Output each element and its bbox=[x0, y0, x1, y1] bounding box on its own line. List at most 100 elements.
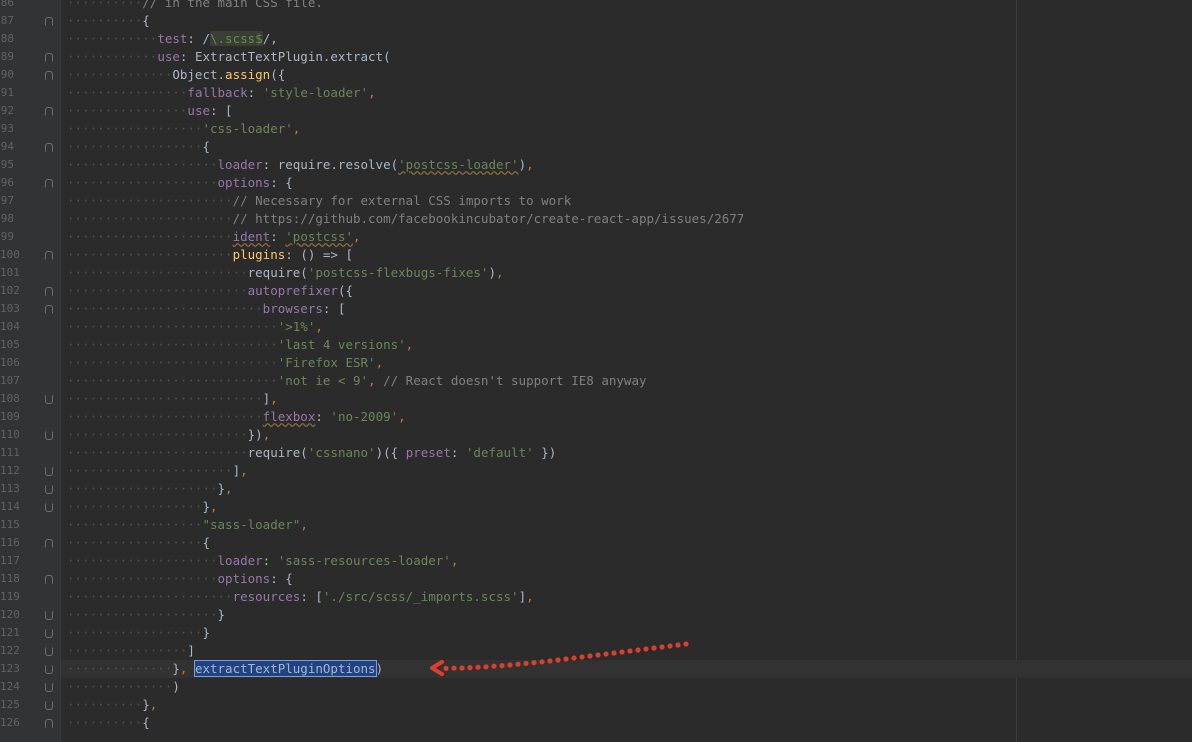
line-number: 126 bbox=[0, 716, 20, 729]
code-line[interactable]: ························require('cssnano… bbox=[61, 444, 1192, 462]
code-line[interactable]: ······················plugins: () => [ bbox=[61, 246, 1192, 264]
fold-collapse-icon[interactable] bbox=[45, 647, 53, 656]
code-token: ······················ bbox=[67, 229, 233, 244]
code-line[interactable]: ··························flexbox: 'no-2… bbox=[61, 408, 1192, 426]
code-token: 'last 4 versions' bbox=[277, 337, 406, 352]
code-line[interactable]: ····················loader: require.reso… bbox=[61, 156, 1192, 174]
code-token: } bbox=[172, 661, 180, 676]
fold-collapse-icon[interactable] bbox=[45, 431, 53, 440]
code-line[interactable]: ····················} bbox=[61, 606, 1192, 624]
code-line[interactable]: ····················options: { bbox=[61, 570, 1192, 588]
code-line[interactable]: ························autoprefixer({ bbox=[61, 282, 1192, 300]
fold-expand-icon[interactable] bbox=[45, 251, 53, 260]
code-token: : { bbox=[270, 175, 293, 190]
code-line[interactable]: ············test: /\.scss$/, bbox=[61, 30, 1192, 48]
fold-collapse-icon[interactable] bbox=[45, 503, 53, 512]
code-token: )({ bbox=[375, 445, 406, 460]
code-token: // https://github.com/facebookincubator/… bbox=[232, 211, 745, 226]
code-token: ({ bbox=[337, 283, 353, 298]
gutter-row: 105 bbox=[0, 336, 60, 354]
fold-expand-icon[interactable] bbox=[45, 179, 53, 188]
code-token: ···························· bbox=[67, 319, 278, 334]
code-line-text: ··························], bbox=[67, 390, 278, 408]
code-line[interactable]: ··········}, bbox=[61, 696, 1192, 714]
code-editor[interactable]: 86 87 88 89 90 91 92 93 94 95 96 97 98 99 100 101 102 103… bbox=[0, 0, 1192, 742]
code-line-text: ················fallback: 'style-loader'… bbox=[67, 84, 376, 102]
code-token: ·························· bbox=[67, 409, 263, 424]
code-token: , bbox=[405, 337, 414, 352]
fold-expand-icon[interactable] bbox=[45, 107, 53, 116]
fold-collapse-icon[interactable] bbox=[45, 485, 53, 494]
code-token: ({ bbox=[270, 67, 286, 82]
code-line[interactable]: ··························browsers: [ bbox=[61, 300, 1192, 318]
code-token: ············ bbox=[67, 49, 158, 64]
code-line-text: ··········{ bbox=[67, 12, 150, 30]
code-token: : { bbox=[270, 571, 293, 586]
code-line[interactable]: ··················{ bbox=[61, 138, 1192, 156]
fold-expand-icon[interactable] bbox=[45, 539, 53, 548]
fold-expand-icon[interactable] bbox=[45, 305, 53, 314]
code-token: : bbox=[450, 445, 466, 460]
code-token: "sass-loader" bbox=[202, 517, 301, 532]
code-line[interactable]: ······················], bbox=[61, 462, 1192, 480]
code-line[interactable]: ······················ident: 'postcss', bbox=[61, 228, 1192, 246]
fold-expand-icon[interactable] bbox=[45, 575, 53, 584]
gutter-row: 115 bbox=[0, 516, 60, 534]
fold-expand-icon[interactable] bbox=[45, 143, 53, 152]
code-line[interactable]: ····························'Firefox ESR… bbox=[61, 354, 1192, 372]
fold-expand-icon[interactable] bbox=[45, 719, 53, 728]
fold-collapse-icon[interactable] bbox=[45, 665, 53, 674]
code-token: require( bbox=[247, 445, 308, 460]
code-line-text: ··········}, bbox=[67, 696, 157, 714]
line-number: 112 bbox=[0, 464, 20, 477]
code-line[interactable]: ························}), bbox=[61, 426, 1192, 444]
code-line[interactable]: ················fallback: 'style-loader'… bbox=[61, 84, 1192, 102]
code-token: options bbox=[217, 571, 271, 586]
code-line[interactable]: ············use: ExtractTextPlugin.extra… bbox=[61, 48, 1192, 66]
fold-expand-icon[interactable] bbox=[45, 17, 53, 26]
code-line[interactable]: ··············Object.assign({ bbox=[61, 66, 1192, 84]
fold-collapse-icon[interactable] bbox=[45, 701, 53, 710]
code-line[interactable]: ······················resources: ['./src… bbox=[61, 588, 1192, 606]
code-token: assign bbox=[225, 67, 271, 82]
fold-collapse-icon[interactable] bbox=[45, 467, 53, 476]
code-token: ] bbox=[232, 463, 241, 478]
code-line[interactable]: ····················}, bbox=[61, 480, 1192, 498]
fold-collapse-icon[interactable] bbox=[45, 395, 53, 404]
code-token: ·················· bbox=[67, 121, 203, 136]
code-line[interactable]: ························require('postcss… bbox=[61, 264, 1192, 282]
code-line[interactable]: ··········// in the main CSS file. bbox=[61, 0, 1192, 12]
code-token: : () => [ bbox=[285, 247, 353, 262]
gutter-row: 120 bbox=[0, 606, 60, 624]
code-line[interactable]: ······················// https://github.… bbox=[61, 210, 1192, 228]
fold-collapse-icon[interactable] bbox=[45, 629, 53, 638]
code-line[interactable]: ··················}, bbox=[61, 498, 1192, 516]
code-line-text: ··············Object.assign({ bbox=[67, 66, 285, 84]
line-number-gutter[interactable]: 86 87 88 89 90 91 92 93 94 95 96 97 98 99 100 101 102 103… bbox=[0, 0, 61, 742]
fold-expand-icon[interactable] bbox=[45, 287, 53, 296]
code-token: }) bbox=[247, 427, 263, 442]
code-line[interactable]: ······················// Necessary for e… bbox=[61, 192, 1192, 210]
code-line[interactable]: ················use: [ bbox=[61, 102, 1192, 120]
line-number: 123 bbox=[0, 662, 20, 675]
code-line[interactable]: ····················loader: 'sass-resour… bbox=[61, 552, 1192, 570]
code-line[interactable]: ····················options: { bbox=[61, 174, 1192, 192]
fold-expand-icon[interactable] bbox=[45, 71, 53, 80]
code-line[interactable]: ····························'last 4 vers… bbox=[61, 336, 1192, 354]
code-line[interactable]: ····························'>1%', bbox=[61, 318, 1192, 336]
code-line[interactable]: ··················"sass-loader", bbox=[61, 516, 1192, 534]
code-line[interactable]: ··················{ bbox=[61, 534, 1192, 552]
fold-expand-icon[interactable] bbox=[45, 53, 53, 62]
code-line[interactable]: ····························'not ie < 9'… bbox=[61, 372, 1192, 390]
code-line[interactable]: ··········{ bbox=[61, 12, 1192, 30]
code-line-text: ····························'not ie < 9'… bbox=[67, 372, 647, 390]
gutter-row: 106 bbox=[0, 354, 60, 372]
code-line[interactable]: ··········{ bbox=[61, 714, 1192, 732]
fold-collapse-icon[interactable] bbox=[45, 683, 53, 692]
code-line[interactable]: ··················'css-loader', bbox=[61, 120, 1192, 138]
fold-collapse-icon[interactable] bbox=[45, 611, 53, 620]
code-line[interactable]: ··························], bbox=[61, 390, 1192, 408]
code-token: , bbox=[210, 499, 218, 514]
code-token: , bbox=[526, 157, 534, 172]
code-token: , bbox=[368, 373, 384, 388]
